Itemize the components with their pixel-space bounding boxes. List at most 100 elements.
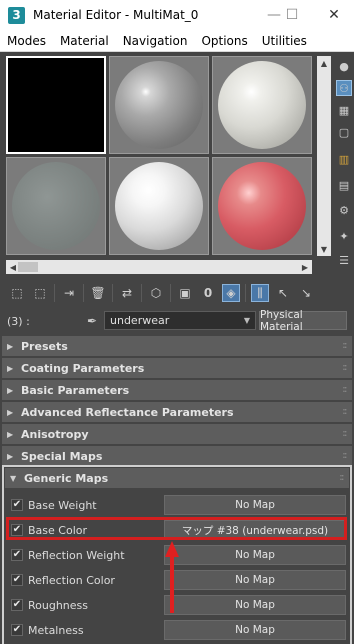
highlight-annotation-box bbox=[6, 517, 347, 540]
rollout-title: Presets bbox=[21, 339, 68, 353]
select-by-material-icon[interactable]: ☰ bbox=[336, 252, 352, 268]
collapsed-arrow-icon: ▶ bbox=[7, 341, 14, 351]
video-check-icon[interactable]: ▤ bbox=[336, 177, 352, 193]
eyedropper-icon[interactable]: ✒ bbox=[84, 313, 100, 329]
roughness-checkbox[interactable]: ✔ bbox=[11, 599, 23, 611]
rollout-basic-parameters[interactable]: ▶ Basic Parameters ⁚⁚ bbox=[2, 380, 352, 400]
white-sphere-preview bbox=[218, 61, 306, 149]
toolbar-divider bbox=[245, 284, 246, 302]
scroll-up-arrow-icon[interactable]: ▲ bbox=[317, 56, 331, 70]
roughness-map-button[interactable]: No Map bbox=[164, 595, 346, 615]
reflection-weight-map-button[interactable]: No Map bbox=[164, 545, 346, 565]
material-name-row: (3) : ✒ underwear ▼ Physical Material bbox=[0, 309, 354, 333]
base-weight-checkbox[interactable]: ✔ bbox=[11, 499, 23, 511]
sample-slot-grid bbox=[6, 56, 312, 256]
slots-vertical-scrollbar[interactable]: ▲ ▼ bbox=[317, 56, 331, 256]
rollout-special-maps[interactable]: ▶ Special Maps ⁚⁚ bbox=[2, 446, 352, 466]
material-toolbar: ⬚ ⬚ ⇥ 🗑 ⇄ ⬡ ▣ 0 ◈ ⫼ ↖ ↘ bbox=[0, 280, 354, 306]
sample-slot-5[interactable] bbox=[109, 157, 209, 255]
material-id-label: (3) : bbox=[7, 314, 30, 328]
glossy-white-sphere-preview bbox=[115, 162, 203, 250]
material-id-channel-icon[interactable]: 0 bbox=[199, 284, 217, 302]
options-icon[interactable]: ✦ bbox=[336, 228, 352, 244]
grip-icon: ⁚⁚ bbox=[342, 408, 347, 416]
get-material-icon[interactable]: ⬚ bbox=[8, 284, 26, 302]
grip-icon: ⁚⁚ bbox=[339, 474, 344, 482]
grip-icon: ⁚⁚ bbox=[342, 430, 347, 438]
rollout-generic-maps[interactable]: ▼ Generic Maps ⁚⁚ bbox=[5, 468, 349, 488]
reflection-weight-checkbox[interactable]: ✔ bbox=[11, 549, 23, 561]
material-type-button[interactable]: Physical Material bbox=[259, 309, 347, 333]
side-toolbar: ● ⚇ ▦ ▢ ▥ ▤ ⚙ ✦ ☰ bbox=[334, 52, 354, 276]
sample-slot-6[interactable] bbox=[212, 157, 312, 255]
grey-sphere-preview bbox=[115, 61, 203, 149]
black-material-preview bbox=[8, 59, 104, 151]
scroll-right-arrow-icon[interactable]: ▶ bbox=[298, 260, 312, 274]
put-to-library-icon[interactable]: ⬡ bbox=[147, 284, 165, 302]
toolbar-divider bbox=[54, 284, 55, 302]
grip-icon: ⁚⁚ bbox=[342, 386, 347, 394]
toolbar-divider bbox=[83, 284, 84, 302]
metalness-map-button[interactable]: No Map bbox=[164, 620, 346, 640]
title-bar: 3 Material Editor - MultiMat_0 — ☐ ✕ bbox=[0, 0, 354, 30]
show-end-result-icon[interactable]: ⫼ bbox=[251, 284, 269, 302]
noise-sphere-preview bbox=[12, 162, 100, 250]
color-check-icon[interactable]: ▥ bbox=[336, 151, 352, 167]
toolbar-divider bbox=[141, 284, 142, 302]
rollout-title: Advanced Reflectance Parameters bbox=[21, 405, 234, 419]
sample-slot-2[interactable] bbox=[109, 56, 209, 154]
map-label: Reflection Color bbox=[28, 573, 115, 587]
map-row-metalness: ✔ Metalness No Map bbox=[6, 619, 346, 641]
menu-modes[interactable]: Modes bbox=[0, 34, 53, 48]
sample-slots-area: ▲ ▼ ◀ ▶ bbox=[0, 52, 354, 276]
up-arrow-annotation-icon bbox=[165, 541, 179, 613]
rollout-coating-parameters[interactable]: ▶ Coating Parameters ⁚⁚ bbox=[2, 358, 352, 378]
window-title: Material Editor - MultiMat_0 bbox=[33, 8, 199, 22]
material-name-value: underwear bbox=[110, 314, 170, 327]
close-button[interactable]: ✕ bbox=[323, 4, 345, 26]
make-unique-icon[interactable]: ⇄ bbox=[118, 284, 136, 302]
checker-background-icon[interactable]: ▦ bbox=[336, 102, 352, 118]
app-icon: 3 bbox=[8, 6, 25, 24]
save-icon[interactable]: ▣ bbox=[176, 284, 194, 302]
assign-to-selection-icon[interactable]: ⇥ bbox=[60, 284, 78, 302]
scroll-down-arrow-icon[interactable]: ▼ bbox=[317, 242, 331, 256]
material-name-dropdown[interactable]: underwear ▼ bbox=[104, 311, 256, 330]
rollout-presets[interactable]: ▶ Presets ⁚⁚ bbox=[2, 336, 352, 356]
rollout-advanced-reflectance[interactable]: ▶ Advanced Reflectance Parameters ⁚⁚ bbox=[2, 402, 352, 422]
menu-material[interactable]: Material bbox=[53, 34, 116, 48]
horizontal-scroll-thumb[interactable] bbox=[18, 262, 38, 272]
put-to-scene-icon[interactable]: ⬚ bbox=[31, 284, 49, 302]
map-label: Roughness bbox=[28, 598, 89, 612]
go-forward-to-sibling-icon[interactable]: ↘ bbox=[297, 284, 315, 302]
red-sphere-preview bbox=[218, 162, 306, 250]
reflection-color-checkbox[interactable]: ✔ bbox=[11, 574, 23, 586]
expanded-arrow-icon: ▼ bbox=[10, 473, 17, 483]
reflection-color-map-button[interactable]: No Map bbox=[164, 570, 346, 590]
sample-slot-1[interactable] bbox=[6, 56, 106, 154]
sample-uv-icon[interactable]: ⚇ bbox=[336, 80, 352, 96]
menu-navigation[interactable]: Navigation bbox=[116, 34, 195, 48]
map-row-base-weight: ✔ Base Weight No Map bbox=[6, 494, 346, 516]
menu-utilities[interactable]: Utilities bbox=[255, 34, 314, 48]
sample-slot-4[interactable] bbox=[6, 157, 106, 255]
metalness-checkbox[interactable]: ✔ bbox=[11, 624, 23, 636]
toolbar-divider bbox=[170, 284, 171, 302]
go-to-parent-icon[interactable]: ↖ bbox=[274, 284, 292, 302]
menu-options[interactable]: Options bbox=[194, 34, 254, 48]
rollout-anisotropy[interactable]: ▶ Anisotropy ⁚⁚ bbox=[2, 424, 352, 444]
base-weight-map-button[interactable]: No Map bbox=[164, 495, 346, 515]
show-shaded-icon[interactable]: ◈ bbox=[222, 284, 240, 302]
maximize-button[interactable]: ☐ bbox=[281, 4, 303, 26]
rollout-title: Anisotropy bbox=[21, 427, 89, 441]
chevron-down-icon: ▼ bbox=[243, 316, 250, 325]
backlight-icon[interactable]: ▢ bbox=[336, 124, 352, 140]
rollout-title: Basic Parameters bbox=[21, 383, 130, 397]
sample-slot-3[interactable] bbox=[212, 56, 312, 154]
reset-map-icon[interactable]: 🗑 bbox=[89, 284, 107, 302]
grip-icon: ⁚⁚ bbox=[342, 364, 347, 372]
sample-type-sphere-icon[interactable]: ● bbox=[336, 58, 352, 74]
map-label: Metalness bbox=[28, 623, 84, 637]
make-preview-icon[interactable]: ⚙ bbox=[336, 202, 352, 218]
slots-horizontal-scrollbar[interactable]: ◀ ▶ bbox=[6, 260, 312, 274]
